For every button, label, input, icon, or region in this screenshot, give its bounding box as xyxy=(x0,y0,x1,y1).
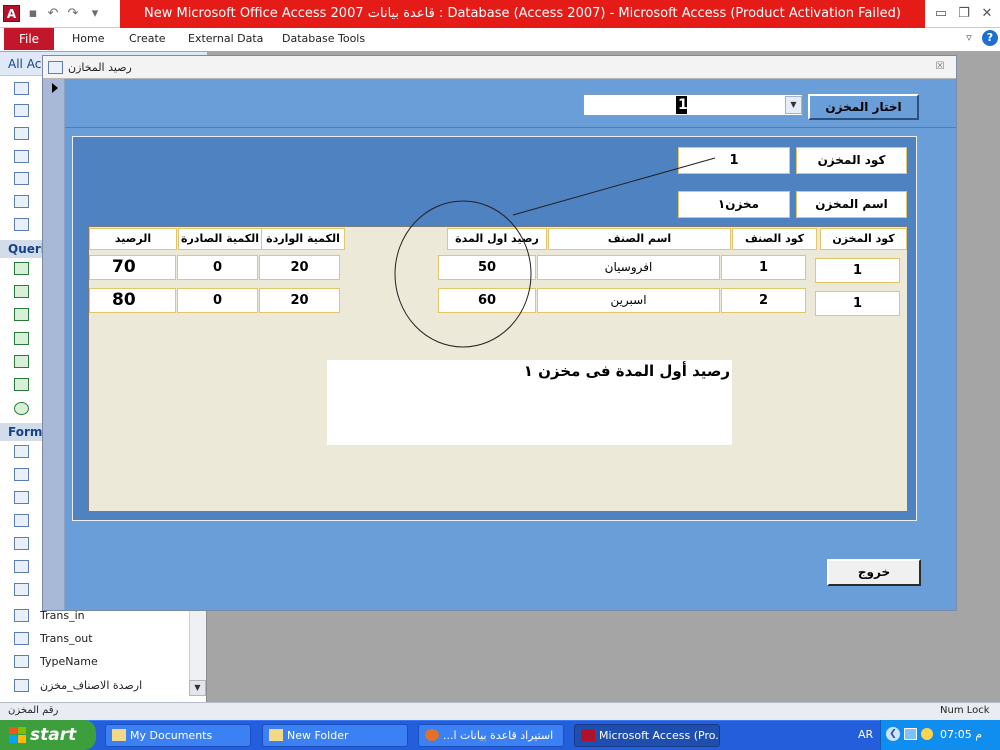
form-icon[interactable] xyxy=(14,609,29,622)
col-qty-in: الكمية الواردة xyxy=(261,228,345,250)
row1-qty-out[interactable]: 0 xyxy=(177,255,258,280)
form-icon[interactable] xyxy=(14,679,29,692)
query-icon[interactable] xyxy=(14,378,29,391)
tray-expand-icon[interactable]: ❮ xyxy=(886,727,900,741)
form-caption: رصيد المخازن xyxy=(68,61,132,74)
form-title-bar xyxy=(43,56,956,79)
form-icon[interactable] xyxy=(14,514,29,527)
table-icon[interactable] xyxy=(14,172,29,185)
scroll-down-icon[interactable]: ▼ xyxy=(189,680,206,696)
windows-flag-icon xyxy=(9,727,26,743)
table-icon[interactable] xyxy=(14,218,29,231)
access-app-icon xyxy=(581,729,595,741)
ribbon-minimize-icon[interactable]: ▿ xyxy=(962,30,976,46)
row2-store-code[interactable]: 1 xyxy=(815,291,900,316)
redo-icon[interactable]: ↷ xyxy=(64,4,82,24)
form-icon[interactable] xyxy=(14,655,29,668)
tab-database-tools[interactable]: Database Tools xyxy=(282,28,365,50)
query-icon[interactable] xyxy=(14,285,29,298)
query-icon[interactable] xyxy=(14,262,29,275)
store-combo[interactable] xyxy=(583,94,803,116)
status-text: رقم المخزن xyxy=(8,705,59,716)
save-icon[interactable]: ▪ xyxy=(24,4,42,24)
record-selector[interactable] xyxy=(43,79,65,610)
folder-icon xyxy=(269,729,283,741)
taskbar-item-new-folder[interactable]: New Folder xyxy=(262,724,408,747)
access-app-icon[interactable]: A xyxy=(3,5,20,22)
taskbar-item-access[interactable]: Microsoft Access (Pro... xyxy=(574,724,720,747)
help-icon[interactable]: ? xyxy=(982,30,998,46)
union-query-icon[interactable] xyxy=(14,402,29,415)
table-icon[interactable] xyxy=(14,150,29,163)
col-qty-out: الكمية الصادرة xyxy=(178,228,262,250)
row2-qty-in[interactable]: 20 xyxy=(259,288,340,313)
form-icon[interactable] xyxy=(14,468,29,481)
table-icon[interactable] xyxy=(14,82,29,95)
network-icon[interactable] xyxy=(904,728,917,740)
taskbar-item-import[interactable]: ...استيراد قاعدة بيانات ا xyxy=(418,724,564,747)
query-icon[interactable] xyxy=(14,355,29,368)
table-icon[interactable] xyxy=(14,195,29,208)
form-icon xyxy=(48,61,63,74)
form-icon[interactable] xyxy=(14,491,29,504)
row1-qty-in[interactable]: 20 xyxy=(259,255,340,280)
store-code-label: كود المخزن xyxy=(796,147,907,174)
table-icon[interactable] xyxy=(14,104,29,117)
callout-annotation xyxy=(394,157,716,348)
tab-file[interactable]: File xyxy=(4,28,54,50)
row1-store-code[interactable]: 1 xyxy=(815,258,900,283)
form-close-icon[interactable]: ☒ xyxy=(932,59,948,75)
undo-icon[interactable]: ↶ xyxy=(44,4,62,24)
minimize-icon[interactable]: ▭ xyxy=(930,4,952,24)
col-item-code: كود الصنف xyxy=(732,228,817,250)
col-store-code: كود المخزن xyxy=(820,228,907,250)
select-store-label: اختار المخزن xyxy=(808,94,919,120)
store-name-label: اسم المخزن xyxy=(796,191,907,218)
row2-qty-out[interactable]: 0 xyxy=(177,288,258,313)
row2-balance[interactable]: 80 xyxy=(89,288,176,313)
form-icon[interactable] xyxy=(14,537,29,550)
nav-item-store-items[interactable]: ارصدة الاصناف_مخزن xyxy=(40,679,142,692)
browser-icon xyxy=(425,729,439,741)
nav-item-typename[interactable]: TypeName xyxy=(40,655,98,668)
store-combo-value: 1 xyxy=(678,97,688,113)
window-title: New Microsoft Office Access 2007 قاعدة ب… xyxy=(144,6,901,21)
note-text: رصيد أول المدة فى مخزن ١ xyxy=(523,362,730,380)
form-icon[interactable] xyxy=(14,445,29,458)
form-divider xyxy=(65,127,956,128)
speaker-icon[interactable] xyxy=(921,728,933,740)
col-balance: الرصيد xyxy=(89,228,177,250)
form-icon[interactable] xyxy=(14,583,29,596)
close-icon[interactable]: ✕ xyxy=(976,4,998,24)
form-icon[interactable] xyxy=(14,560,29,573)
restore-icon[interactable]: ❐ xyxy=(953,4,975,24)
nav-item-trans-out[interactable]: Trans_out xyxy=(40,632,93,645)
row1-balance[interactable]: 70 xyxy=(89,255,176,280)
query-icon[interactable] xyxy=(14,308,29,321)
chevron-down-icon[interactable]: ▼ xyxy=(785,96,802,114)
form-icon[interactable] xyxy=(14,632,29,645)
taskbar-item-my-documents[interactable]: My Documents xyxy=(105,724,251,747)
table-icon[interactable] xyxy=(14,127,29,140)
tab-external-data[interactable]: External Data xyxy=(188,28,263,50)
query-icon[interactable] xyxy=(14,332,29,345)
exit-button[interactable]: خروج xyxy=(827,559,921,586)
current-record-icon xyxy=(52,83,58,93)
num-lock-indicator: Num Lock xyxy=(940,705,990,716)
clock: 07:05 م xyxy=(940,728,983,741)
language-indicator[interactable]: AR xyxy=(858,720,873,750)
tab-create[interactable]: Create xyxy=(129,28,166,50)
folder-icon xyxy=(112,729,126,741)
tab-home[interactable]: Home xyxy=(72,28,104,50)
customize-qat-icon[interactable]: ▾ xyxy=(86,4,104,24)
status-bar xyxy=(0,702,1000,720)
